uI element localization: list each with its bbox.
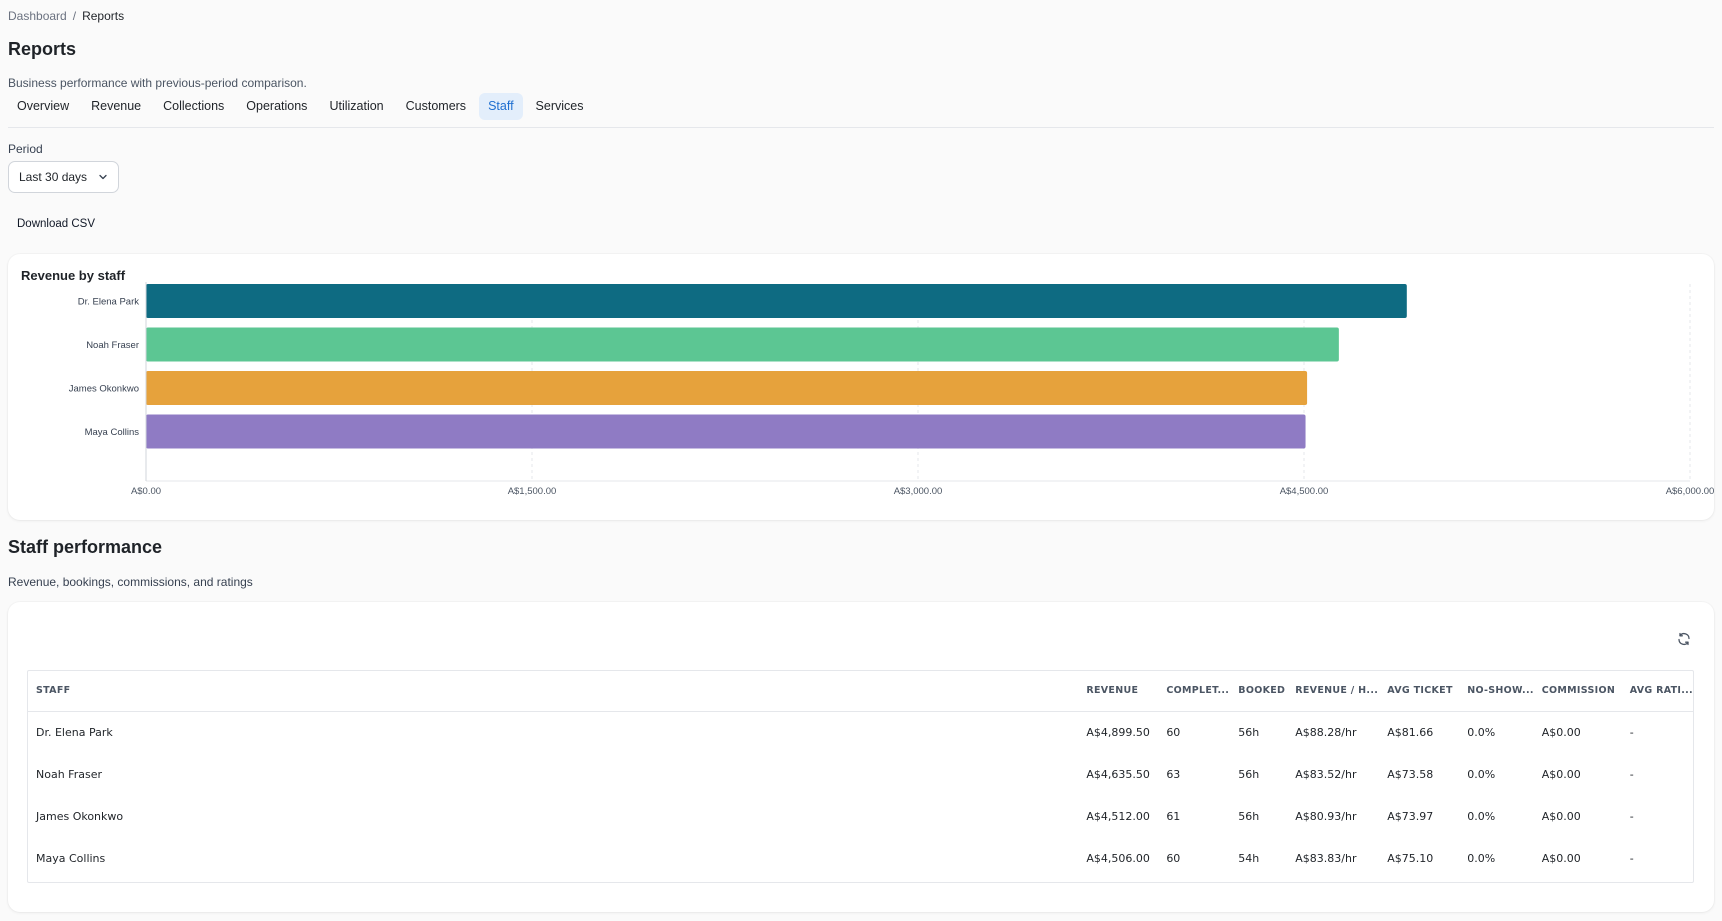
cell-staff: Maya Collins	[36, 851, 106, 865]
cell-no-show: 0.0%	[1467, 767, 1496, 781]
cell-completed: 63	[1166, 767, 1181, 781]
tab-collections[interactable]: Collections	[154, 93, 233, 120]
tab-overview[interactable]: Overview	[8, 93, 78, 120]
column-header-revenue[interactable]: REVENUE	[1078, 671, 1159, 712]
breadcrumb-separator: /	[72, 9, 77, 23]
cell-revenue: A$4,512.00	[1086, 809, 1150, 823]
cell-staff: James Okonkwo	[36, 809, 124, 823]
staff-table-wrapper: STAFF REVENUE COMPLET... BOOKED REVENUE …	[27, 670, 1694, 883]
cell-revenue-per-hour: A$83.52/hr	[1295, 767, 1357, 781]
tab-services[interactable]: Services	[527, 93, 593, 120]
cell-commission: A$0.00	[1541, 725, 1581, 739]
table-row[interactable]: Maya Collins A$4,506.00 60 54h A$83.83/h…	[28, 837, 1693, 879]
column-header-avg-ticket[interactable]: AVG TICKET	[1379, 671, 1460, 712]
tab-staff[interactable]: Staff	[479, 93, 523, 120]
chart-bar[interactable]	[146, 327, 1339, 362]
staff-performance-title: Staff performance	[8, 537, 163, 557]
cell-revenue: A$4,635.50	[1086, 767, 1150, 781]
chart-bar[interactable]	[146, 371, 1308, 405]
page-title: Reports	[8, 39, 77, 59]
cell-booked: 56h	[1238, 809, 1260, 823]
cell-avg-rating: -	[1629, 851, 1634, 865]
cell-staff: Noah Fraser	[36, 767, 102, 781]
cell-no-show: 0.0%	[1467, 809, 1496, 823]
cell-avg-ticket: A$73.97	[1387, 809, 1434, 823]
cell-avg-ticket: A$81.66	[1387, 725, 1434, 739]
download-csv-button[interactable]: Download CSV	[17, 218, 95, 230]
cell-commission: A$0.00	[1541, 851, 1581, 865]
chart-category-label: Dr. Elena Park	[78, 297, 139, 308]
cell-commission: A$0.00	[1541, 809, 1581, 823]
tabs-divider	[8, 127, 1714, 128]
cell-avg-ticket: A$75.10	[1387, 851, 1434, 865]
column-header-commission[interactable]: COMMISSION	[1533, 671, 1622, 712]
staff-performance-table: STAFF REVENUE COMPLET... BOOKED REVENUE …	[28, 671, 1693, 879]
cell-booked: 54h	[1238, 851, 1260, 865]
revenue-by-staff-card: Revenue by staff Dr. Elena Park Noah Fras…	[8, 254, 1714, 520]
cell-completed: 60	[1166, 725, 1181, 739]
cell-avg-rating: -	[1629, 725, 1634, 739]
cell-revenue: A$4,506.00	[1086, 851, 1150, 865]
tab-operations[interactable]: Operations	[237, 93, 316, 120]
cell-avg-rating: -	[1629, 809, 1634, 823]
period-label: Period	[8, 142, 43, 156]
cell-avg-ticket: A$73.58	[1387, 767, 1434, 781]
chart-tick-label: A$3,000.00	[894, 486, 943, 497]
period-select[interactable]: Last 30 days	[8, 161, 119, 193]
cell-no-show: 0.0%	[1467, 725, 1496, 739]
staff-performance-subtitle: Revenue, bookings, commissions, and rati…	[8, 575, 253, 589]
chart-tick-label: A$6,000.00	[1666, 486, 1714, 497]
column-header-completed[interactable]: COMPLET...	[1158, 671, 1231, 712]
breadcrumb-dashboard-link[interactable]: Dashboard	[8, 9, 67, 23]
tab-revenue[interactable]: Revenue	[82, 93, 150, 120]
chart-bar[interactable]	[146, 284, 1407, 318]
chart-tick-label: A$0.00	[131, 486, 161, 497]
chart-category-label: Maya Collins	[85, 427, 140, 438]
table-row[interactable]: Noah Fraser A$4,635.50 63 56h A$83.52/hr…	[28, 753, 1693, 795]
chart-tick-label: A$4,500.00	[1280, 486, 1329, 497]
cell-revenue-per-hour: A$88.28/hr	[1295, 725, 1357, 739]
refresh-icon[interactable]	[1676, 631, 1692, 647]
column-header-booked[interactable]: BOOKED	[1230, 671, 1288, 712]
column-header-staff[interactable]: STAFF	[28, 671, 1079, 712]
cell-avg-rating: -	[1629, 767, 1634, 781]
staff-performance-card: STAFF REVENUE COMPLET... BOOKED REVENUE …	[8, 602, 1714, 912]
cell-no-show: 0.0%	[1467, 851, 1496, 865]
chart-category-label: Noah Fraser	[86, 340, 139, 351]
page-subtitle: Business performance with previous-perio…	[8, 76, 307, 90]
breadcrumb: Dashboard / Reports	[8, 9, 124, 23]
cell-revenue-per-hour: A$80.93/hr	[1295, 809, 1357, 823]
cell-completed: 60	[1166, 851, 1181, 865]
cell-booked: 56h	[1238, 725, 1260, 739]
table-row[interactable]: James Okonkwo A$4,512.00 61 56h A$80.93/…	[28, 795, 1693, 837]
column-header-no-show[interactable]: NO-SHOW...	[1459, 671, 1534, 712]
breadcrumb-current: Reports	[82, 9, 125, 23]
cell-staff: Dr. Elena Park	[36, 725, 113, 739]
cell-booked: 56h	[1238, 767, 1260, 781]
table-header-row: STAFF REVENUE COMPLET... BOOKED REVENUE …	[28, 671, 1693, 712]
revenue-by-staff-chart: Dr. Elena Park Noah Fraser James Okonkwo Ma…	[69, 282, 1714, 497]
chart-category-label: James Okonkwo	[69, 384, 139, 395]
cell-commission: A$0.00	[1541, 767, 1581, 781]
tab-utilization[interactable]: Utilization	[320, 93, 392, 120]
chevron-down-icon	[98, 172, 108, 182]
cell-revenue: A$4,899.50	[1086, 725, 1150, 739]
chart-tick-label: A$1,500.00	[508, 486, 557, 497]
chart-bar[interactable]	[146, 414, 1306, 449]
column-header-avg-rating[interactable]: AVG RATI...	[1621, 671, 1693, 712]
cell-revenue-per-hour: A$83.83/hr	[1295, 851, 1357, 865]
column-header-revenue-per-hour[interactable]: REVENUE / H...	[1287, 671, 1380, 712]
tab-customers[interactable]: Customers	[397, 93, 475, 120]
report-tabs: Overview Revenue Collections Operations …	[8, 93, 592, 120]
table-row[interactable]: Dr. Elena Park A$4,899.50 60 56h A$88.28…	[28, 711, 1693, 753]
cell-completed: 61	[1166, 809, 1181, 823]
period-select-value: Last 30 days	[19, 170, 88, 184]
